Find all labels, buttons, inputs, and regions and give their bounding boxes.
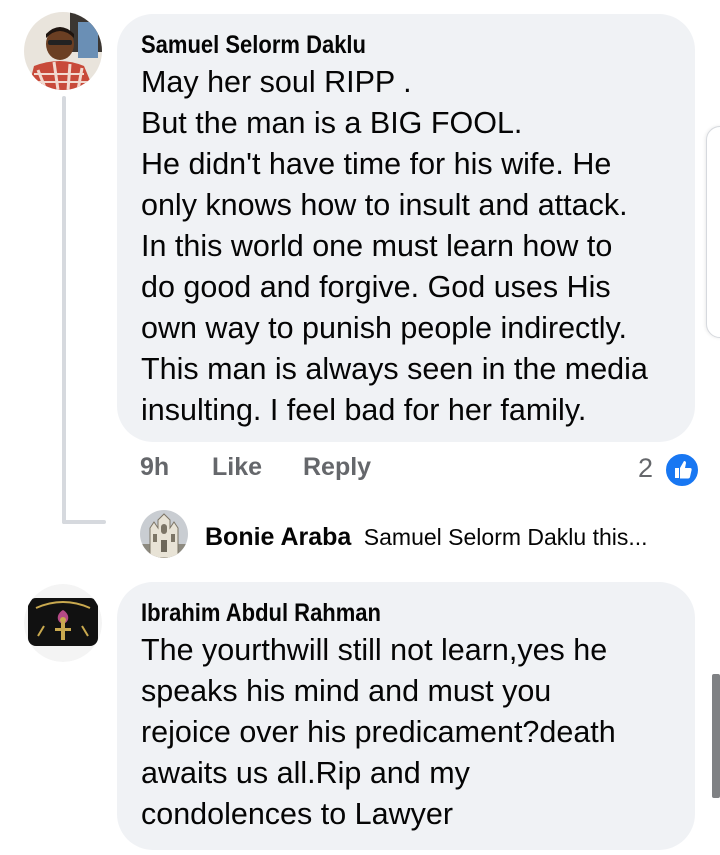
reply-author[interactable]: Bonie Araba bbox=[205, 523, 351, 551]
avatar-bonie[interactable] bbox=[140, 510, 188, 558]
comment-line: speaks his mind and must you bbox=[141, 674, 552, 708]
comment-line: rejoice over his predicament?death bbox=[141, 715, 616, 749]
comment-author[interactable]: Ibrahim Abdul Rahman bbox=[141, 596, 629, 630]
thread-connector-line bbox=[62, 96, 66, 524]
reply-button[interactable]: Reply bbox=[303, 453, 371, 482]
thread-connector-branch bbox=[62, 520, 106, 524]
comment-body: The yourthwill still not learn,yes he sp… bbox=[141, 630, 695, 835]
comment-timestamp[interactable]: 9h bbox=[140, 453, 169, 482]
comment-line: insulting. I feel bad for her family. bbox=[141, 393, 587, 427]
comment-line: The yourthwill still not learn,yes he bbox=[141, 633, 608, 667]
scrollbar-thumb[interactable] bbox=[712, 674, 720, 798]
comment-line: May her soul RIPP . bbox=[141, 65, 412, 99]
comment-line: In this world one must learn how to bbox=[141, 229, 613, 263]
comment-author[interactable]: Samuel Selorm Daklu bbox=[141, 28, 629, 62]
like-button[interactable]: Like bbox=[212, 453, 262, 482]
comment-bubble[interactable]: Ibrahim Abdul Rahman The yourthwill stil… bbox=[117, 582, 695, 850]
comment-line: own way to punish people indirectly. bbox=[141, 311, 628, 345]
side-panel-edge bbox=[706, 126, 720, 338]
avatar-ibrahim[interactable] bbox=[24, 584, 102, 662]
comment-line: He didn't have time for his wife. He bbox=[141, 147, 612, 181]
reaction-count[interactable]: 2 bbox=[638, 453, 653, 484]
comment-line: awaits us all.Rip and my bbox=[141, 756, 470, 790]
comment-line: do good and forgive. God uses His bbox=[141, 270, 611, 304]
reply-preview[interactable]: Bonie Araba Samuel Selorm Daklu this... bbox=[205, 519, 648, 555]
thumbs-up-icon[interactable] bbox=[664, 452, 700, 488]
comment-line: only knows how to insult and attack. bbox=[141, 188, 628, 222]
avatar-samuel[interactable] bbox=[24, 12, 102, 90]
comment-body: May her soul RIPP . But the man is a BIG… bbox=[141, 62, 695, 431]
comment-line: condolences to Lawyer bbox=[141, 797, 453, 831]
comment-line: But the man is a BIG FOOL. bbox=[141, 106, 523, 140]
comment-bubble[interactable]: Samuel Selorm Daklu May her soul RIPP . … bbox=[117, 14, 695, 442]
comment-line: This man is always seen in the media bbox=[141, 352, 648, 386]
reply-snippet[interactable]: Samuel Selorm Daklu this... bbox=[364, 524, 648, 550]
